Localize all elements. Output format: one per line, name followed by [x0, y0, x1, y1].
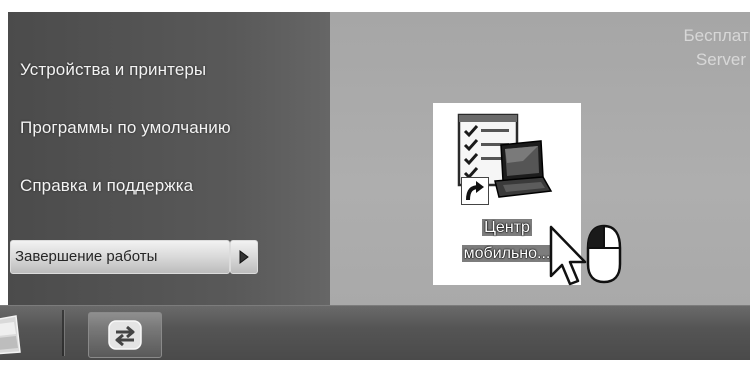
shutdown-button[interactable]: Завершение работы [10, 240, 230, 274]
triangle-right-icon [239, 250, 249, 264]
shortcut-label-line1: Центр [482, 219, 532, 236]
arrow-cursor-icon [549, 225, 587, 286]
mouse-left-click-icon [586, 224, 622, 284]
taskbar-divider [62, 310, 65, 356]
menu-item-help-support[interactable]: Справка и поддержка [20, 176, 193, 196]
start-orb-icon[interactable] [0, 314, 24, 356]
desktop-watermark-line1: Бесплатн [683, 26, 750, 45]
switch-windows-icon [108, 320, 142, 350]
taskbar-switch-windows-button[interactable] [88, 312, 162, 358]
menu-item-devices-printers[interactable]: Устройства и принтеры [20, 60, 206, 80]
menu-item-default-programs[interactable]: Программы по умолчанию [20, 118, 231, 138]
shortcut-label-line2: мобильно... [461, 245, 553, 262]
desktop-watermark-line2: Server [695, 50, 746, 69]
start-menu-panel: Устройства и принтеры Программы по умолч… [8, 12, 330, 305]
shortcut-arrow-icon [461, 177, 489, 205]
shutdown-options-button[interactable] [230, 240, 258, 274]
taskbar [0, 305, 750, 360]
